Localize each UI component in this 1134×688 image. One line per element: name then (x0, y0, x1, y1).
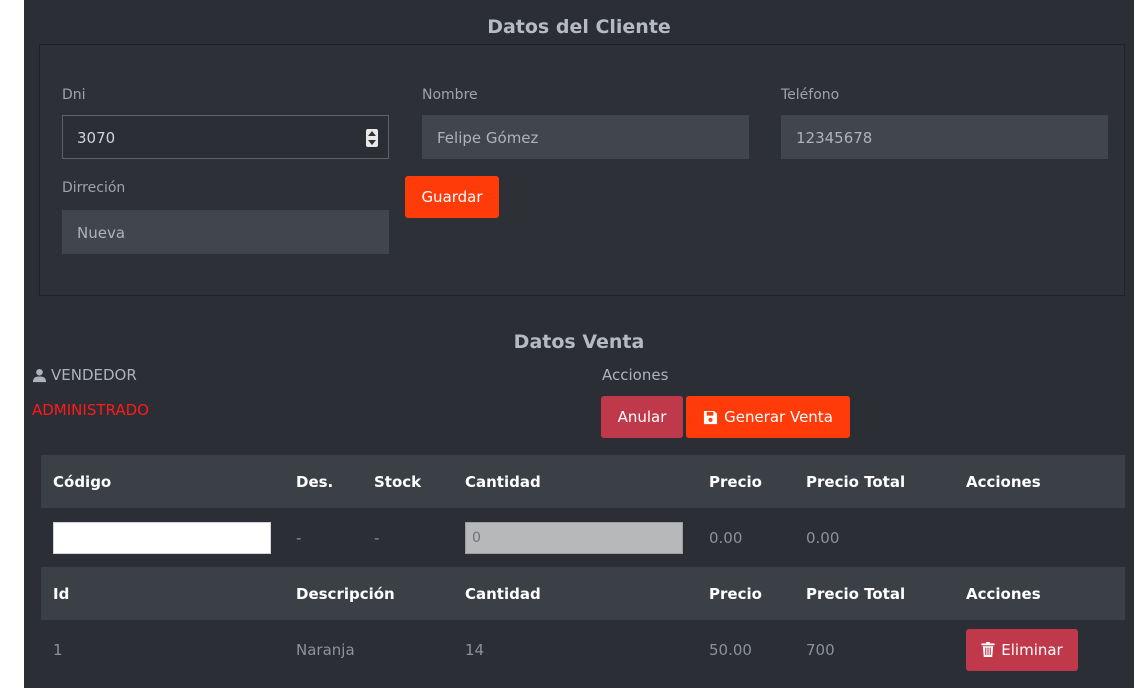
entry-stock-cell: - (362, 508, 453, 567)
generar-venta-label: Generar Venta (724, 408, 833, 426)
entry-des-cell: - (284, 508, 362, 567)
save-icon (704, 410, 718, 424)
telefono-value: 12345678 (796, 129, 873, 147)
direccion-value: Nueva (77, 224, 126, 242)
vendedor-name: ADMINISTRADO (32, 401, 149, 419)
cantidad-input[interactable] (465, 521, 683, 554)
entry-header-row: Código Des. Stock Cantidad Precio Precio… (41, 455, 1125, 508)
header-precio-total: Precio Total (794, 455, 954, 508)
item-id: 1 (41, 620, 284, 679)
entry-row: - - 0.00 0.00 (41, 508, 1125, 567)
codigo-input[interactable] (53, 521, 271, 554)
acciones-label: Acciones (602, 366, 669, 384)
header-item-precio: Precio (697, 567, 794, 620)
client-section-title: Datos del Cliente (487, 16, 671, 38)
header-acciones: Acciones (954, 455, 1125, 508)
anular-button[interactable]: Anular (601, 396, 683, 438)
vendedor-label: VENDEDOR (51, 366, 137, 384)
left-edge-strip (0, 0, 24, 688)
direccion-input[interactable]: Nueva (62, 210, 389, 254)
nombre-value: Felipe Gómez (437, 129, 539, 147)
entry-precio-cell: 0.00 (697, 508, 794, 567)
entry-cantidad-cell (453, 508, 697, 567)
client-form-card: Dni 3070 Nombre Felipe Gómez Teléfono 12… (39, 44, 1125, 296)
item-acciones: Eliminar (954, 620, 1125, 679)
item-descripcion: Naranja (284, 620, 453, 679)
item-precio: 50.00 (697, 620, 794, 679)
generar-venta-button[interactable]: Generar Venta (686, 396, 850, 438)
dni-label: Dni (62, 87, 86, 103)
telefono-input[interactable]: 12345678 (781, 115, 1108, 159)
nombre-input[interactable]: Felipe Gómez (422, 115, 749, 159)
anular-button-label: Anular (617, 408, 667, 426)
page: Datos del Cliente Dni 3070 Nombre Felipe… (24, 0, 1134, 688)
header-item-cantidad: Cantidad (453, 567, 697, 620)
number-spinner[interactable] (366, 129, 378, 147)
sales-table: Código Des. Stock Cantidad Precio Precio… (41, 455, 1125, 679)
vendedor-label-row: VENDEDOR (32, 366, 137, 384)
header-id: Id (41, 567, 284, 620)
venta-section-title: Datos Venta (513, 331, 645, 353)
user-icon (32, 368, 47, 382)
item-cantidad: 14 (453, 620, 697, 679)
items-header-row: Id Descripción Cantidad Precio Precio To… (41, 567, 1125, 620)
direccion-label: Dirreción (62, 180, 126, 196)
entry-codigo-cell (41, 508, 284, 567)
item-total: 700 (794, 620, 954, 679)
guardar-button[interactable]: Guardar (405, 176, 499, 218)
telefono-label: Teléfono (781, 87, 840, 103)
header-cantidad: Cantidad (453, 455, 697, 508)
entry-acciones-cell (954, 508, 1125, 567)
trash-icon (981, 642, 995, 657)
header-codigo: Código (41, 455, 284, 508)
header-item-precio-total: Precio Total (794, 567, 954, 620)
dni-input[interactable]: 3070 (62, 115, 389, 159)
eliminar-label: Eliminar (1001, 640, 1063, 659)
entry-total-cell: 0.00 (794, 508, 954, 567)
header-item-acciones: Acciones (954, 567, 1125, 620)
nombre-label: Nombre (422, 87, 478, 103)
header-stock: Stock (362, 455, 453, 508)
header-descripcion: Descripción (284, 567, 453, 620)
header-des: Des. (284, 455, 362, 508)
header-precio: Precio (697, 455, 794, 508)
eliminar-button[interactable]: Eliminar (966, 628, 1078, 671)
dni-value: 3070 (77, 129, 116, 147)
table-row: 1 Naranja 14 50.00 700 Eliminar (41, 620, 1125, 679)
